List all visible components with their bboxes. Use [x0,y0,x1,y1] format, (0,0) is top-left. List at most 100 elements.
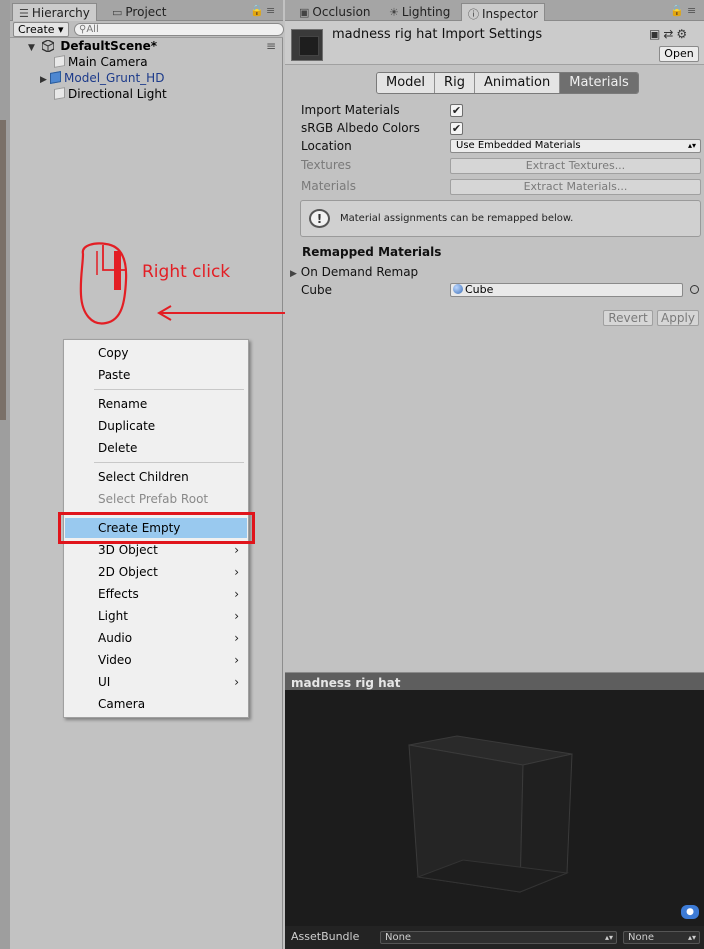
tab-materials[interactable]: Materials [560,73,638,93]
menu-item-ui[interactable]: UI › [65,672,247,692]
menu-item-duplicate[interactable]: Duplicate [65,416,247,436]
right-click-label: Right click [142,262,231,282]
menu-item-camera[interactable]: Camera [65,694,247,714]
tab-hierarchy[interactable]: ☰ Hierarchy [12,3,97,21]
menu-item-select-children[interactable]: Select Children [65,467,247,487]
menu-item-label: Delete [98,441,138,455]
create-button[interactable]: Create ▾ [13,22,69,37]
scene-menu-icon[interactable]: ≡ [266,38,276,54]
checkmark-icon: ✔ [451,122,462,135]
hierarchy-item-main-camera[interactable]: Main Camera [54,54,148,70]
location-dropdown[interactable]: Use Embedded Materials ▴▾ [450,139,701,153]
menu-item-label: Paste [98,368,131,382]
tab-rig[interactable]: Rig [435,73,475,93]
menu-item-label: UI [98,675,111,689]
submenu-arrow-icon: › [234,631,239,645]
menu-item-select-prefab-root: Select Prefab Root [65,489,247,509]
menu-item-delete[interactable]: Delete [65,438,247,458]
menu-item-label: Camera [98,697,146,711]
preset-icon[interactable]: ⇄ [663,27,676,41]
cube-label: Cube [301,283,332,297]
panel-menu-icon[interactable]: ≡ [687,4,696,17]
expand-arrow-icon[interactable]: ▼ [28,40,38,56]
preview-cube[interactable] [285,690,704,926]
scene-name: DefaultScene* [60,39,158,53]
materials-label: Materials [301,179,357,193]
assetbundle-dropdown[interactable]: None ▴▾ [380,931,617,944]
open-button[interactable]: Open [659,46,699,62]
menu-item-label: Select Prefab Root [98,492,209,506]
gear-icon[interactable]: ⚙ [676,27,690,41]
asset-thumbnail [291,29,323,61]
tab-lighting[interactable]: ☀ Lighting [383,3,456,21]
panel-menu-icon[interactable]: ≡ [266,4,275,17]
help-book-icon[interactable]: ▣ [649,27,663,41]
inspector-panel: madness rig hat Import Settings ▣⇄⚙ Open… [285,21,704,672]
extract-textures-button[interactable]: Extract Textures... [450,158,701,174]
srgb-albedo-checkbox[interactable]: ✔ [450,122,463,135]
submenu-arrow-icon: › [234,653,239,667]
label-tag-icon[interactable]: ● [681,905,699,919]
location-label: Location [301,139,352,153]
dropdown-arrows-icon: ▴▾ [604,933,613,942]
menu-item-rename[interactable]: Rename [65,394,247,414]
menu-item-copy[interactable]: Copy [65,343,247,363]
scene-row[interactable]: ▼ DefaultScene* ≡ [28,38,280,54]
menu-item-label: 3D Object [98,543,158,557]
preview-title: madness rig hat [291,676,401,690]
lock-icon[interactable]: 🔒 [670,4,684,17]
inspector-tabbar: ▣ Occlusion ☀ Lighting ⓘ Inspector 🔒 ≡ [285,0,704,21]
menu-item-light[interactable]: Light › [65,606,247,626]
submenu-arrow-icon: › [234,587,239,601]
tab-project[interactable]: ▭ Project [106,3,172,21]
prefab-icon [50,71,61,84]
lock-icon[interactable]: 🔒 [250,4,264,17]
tab-animation[interactable]: Animation [474,73,561,93]
import-materials-label: Import Materials [301,103,400,117]
preview-header[interactable]: madness rig hat [285,672,704,690]
occlusion-icon: ▣ [299,6,310,19]
srgb-albedo-label: sRGB Albedo Colors [301,121,420,135]
list-icon: ☰ [19,7,29,20]
tab-occlusion[interactable]: ▣ Occlusion [293,3,377,21]
menu-item-label: Select Children [98,470,189,484]
extract-materials-button[interactable]: Extract Materials... [450,179,701,195]
menu-item-effects[interactable]: Effects › [65,584,247,604]
revert-button[interactable]: Revert [603,310,653,326]
menu-item-video[interactable]: Video › [65,650,247,670]
hierarchy-item-model-grunt[interactable]: ▶ Model_Grunt_HD [40,70,164,86]
search-input[interactable]: ⚲All [74,23,284,36]
gameobject-icon [54,55,65,68]
submenu-arrow-icon: › [234,609,239,623]
dropdown-arrows-icon: ▴▾ [687,933,696,942]
menu-item-label: Video [98,653,132,667]
import-tabs: Model Rig Animation Materials [376,72,639,94]
menu-item-audio[interactable]: Audio › [65,628,247,648]
menu-item-2d-object[interactable]: 2D Object › [65,562,247,582]
menu-item-label: Light [98,609,128,623]
hierarchy-item-directional-light[interactable]: Directional Light [54,86,167,102]
help-box: ! Material assignments can be remapped b… [300,200,701,237]
menu-item-label: Audio [98,631,133,645]
menu-item-label: Duplicate [98,419,156,433]
lighting-icon: ☀ [389,6,399,19]
object-picker-icon[interactable] [690,285,699,294]
menu-item-label: Copy [98,346,129,360]
variant-dropdown[interactable]: None ▴▾ [623,931,700,944]
import-materials-checkbox[interactable]: ✔ [450,104,463,117]
submenu-arrow-icon: › [234,675,239,689]
cube-material-field[interactable]: Cube [450,283,683,297]
inspector-header: madness rig hat Import Settings ▣⇄⚙ Open [285,21,704,65]
on-demand-remap-foldout[interactable]: ▶ On Demand Remap [290,265,418,279]
expand-arrow-icon[interactable]: ▶ [40,72,50,88]
tab-inspector[interactable]: ⓘ Inspector [461,3,545,21]
apply-button[interactable]: Apply [657,310,699,326]
menu-item-label: 2D Object [98,565,158,579]
header-icons: ▣⇄⚙ [649,27,690,41]
menu-item-label: Effects [98,587,139,601]
menu-item-paste[interactable]: Paste [65,365,247,385]
preview-panel: madness rig hat ● AssetBundle None ▴▾ Non… [285,672,704,949]
tab-model[interactable]: Model [377,73,436,93]
assetbundle-bar: AssetBundle None ▴▾ None ▴▾ [285,926,704,949]
help-message: Material assignments can be remapped bel… [340,213,574,224]
